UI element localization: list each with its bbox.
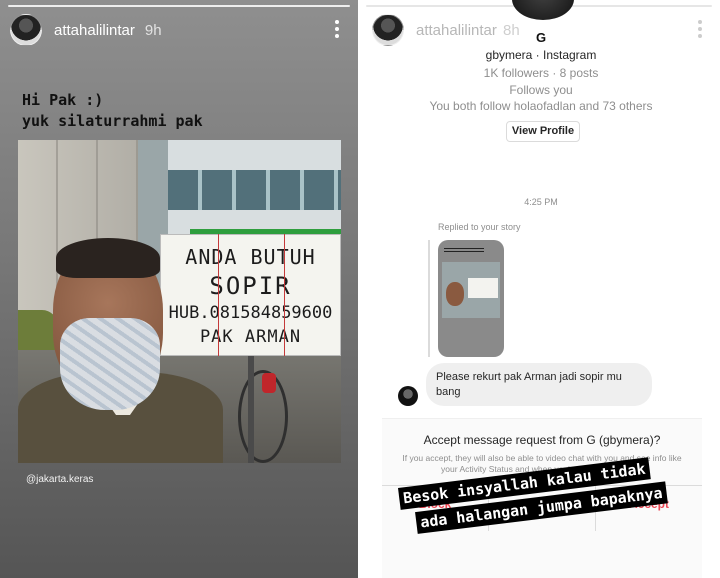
sign-line3: HUB.081584859600 <box>168 303 333 323</box>
story-text-line1: Hi Pak :) <box>22 91 104 109</box>
story-photo: ANDA BUTUH SOPIR HUB.081584859600 PAK AR… <box>18 140 341 463</box>
story-progress-bar <box>8 5 350 7</box>
more-options-icon[interactable] <box>335 20 339 38</box>
story-reply-thumbnail[interactable] <box>438 240 504 357</box>
story-username[interactable]: attahalilintar <box>54 22 135 39</box>
thumbnail-text <box>444 248 484 254</box>
mutual-follows: You both follow holaofadlan and 73 other… <box>429 99 653 113</box>
story-text-line2: yuk silaturrahmi pak <box>22 112 203 130</box>
replied-label: Replied to your story <box>438 222 521 232</box>
profile-name: G <box>535 30 547 45</box>
photo-sign-string <box>284 234 285 356</box>
reply-indicator <box>428 240 430 357</box>
sign-line2: SOPIR <box>209 272 292 300</box>
request-title: Accept message request from G (gbymera)? <box>423 433 661 447</box>
follows-you-label: Follows you <box>509 83 573 97</box>
photo-sign-string <box>218 234 219 356</box>
message-bubble: Please rekurt pak Arman jadi sopir mu ba… <box>426 363 652 406</box>
message-timestamp: 4:25 PM <box>524 197 558 207</box>
photo-bike-light <box>262 373 276 393</box>
photo-plants <box>18 310 58 350</box>
photo-person-mask <box>60 318 160 410</box>
photo-bike-pole <box>248 350 254 463</box>
sender-avatar[interactable] <box>398 386 418 406</box>
photo-sign: ANDA BUTUH SOPIR HUB.081584859600 PAK AR… <box>160 234 341 356</box>
profile-handle: gbymera · Instagram <box>485 48 597 62</box>
thumbnail-sign <box>468 278 498 298</box>
left-story: attahalilintar 9h Hi Pak :) yuk silaturr… <box>0 0 358 578</box>
profile-stats: 1K followers · 8 posts <box>483 66 599 80</box>
sign-line1: ANDA BUTUH <box>185 245 316 269</box>
source-tag: @jakarta.keras <box>26 474 94 485</box>
thumbnail-face <box>446 282 464 306</box>
view-profile-button[interactable]: View Profile <box>506 121 580 142</box>
avatar[interactable] <box>10 14 42 46</box>
photo-windows <box>168 170 341 210</box>
photo-person-hair <box>56 238 160 278</box>
profile-avatar[interactable] <box>512 0 574 20</box>
story-header: attahalilintar 9h <box>10 14 162 46</box>
story-time-ago: 9h <box>144 21 162 39</box>
sign-line4: PAK ARMAN <box>199 327 302 347</box>
